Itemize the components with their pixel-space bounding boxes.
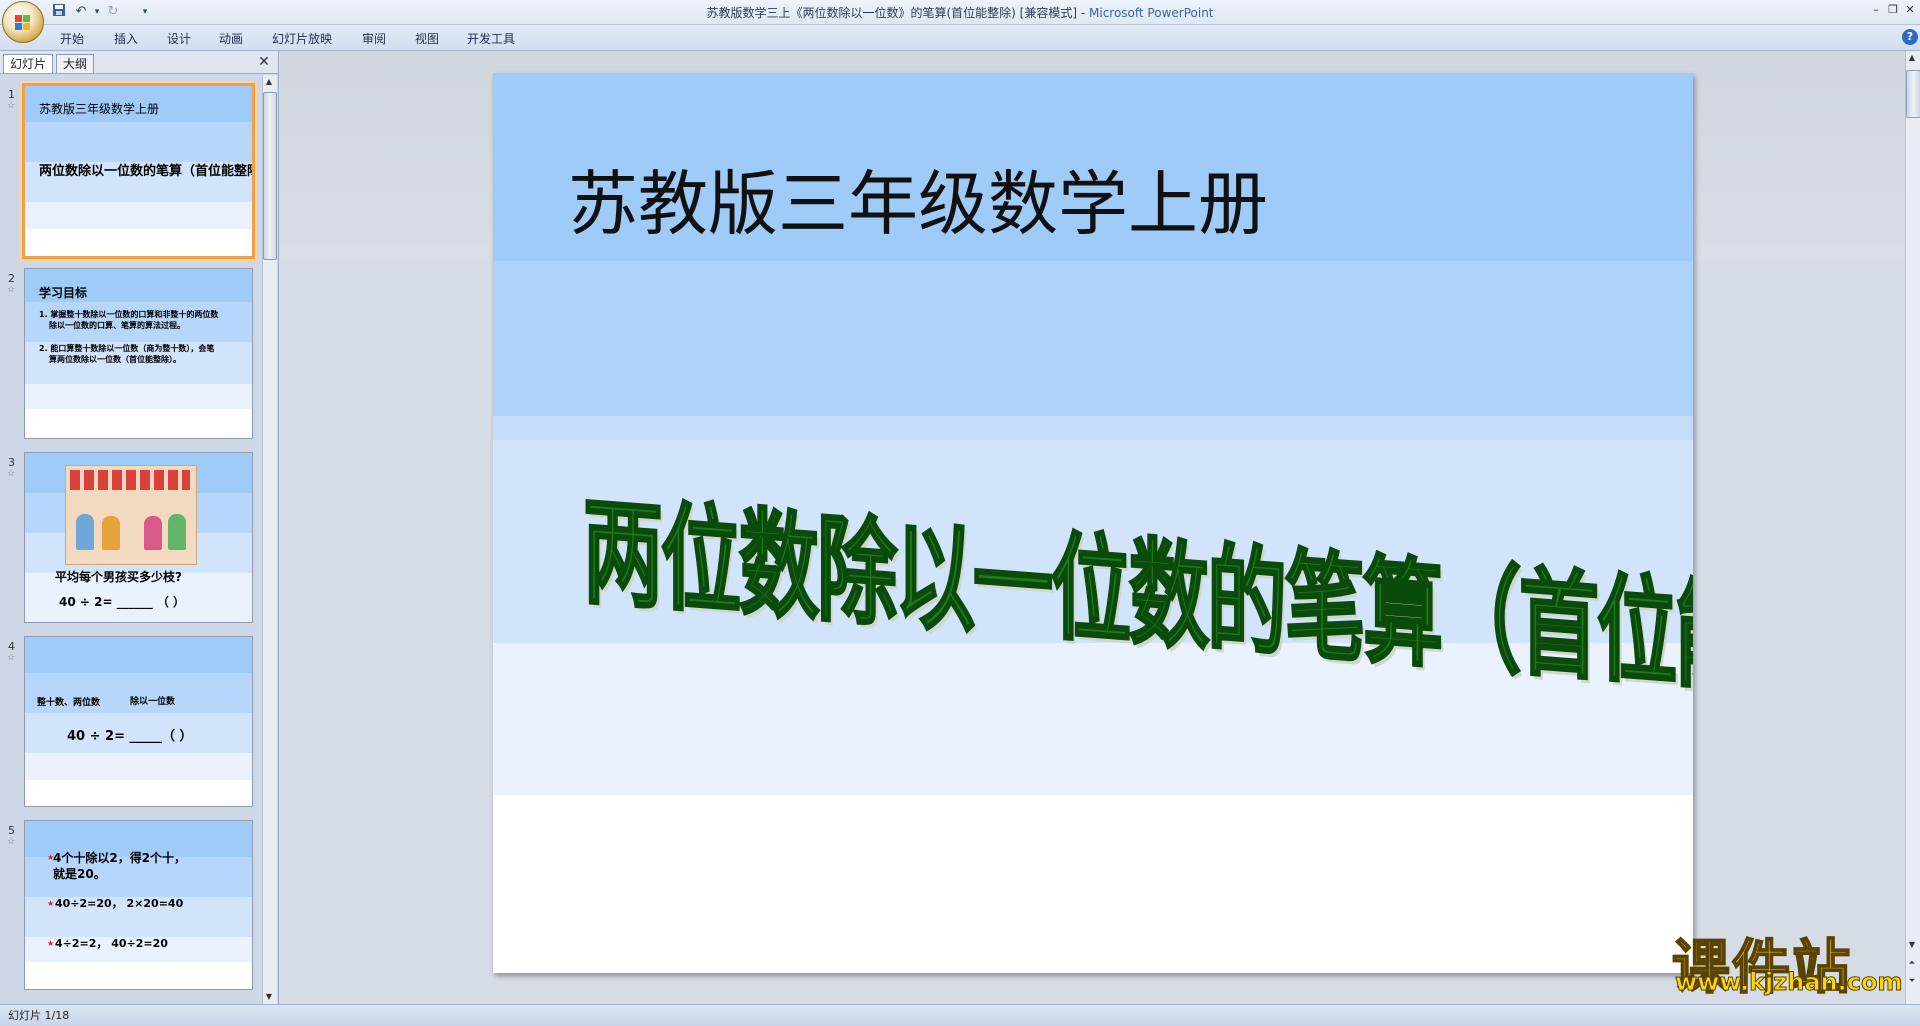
help-icon[interactable]: ? <box>1902 29 1918 45</box>
scroll-down-icon[interactable]: ▼ <box>1905 940 1919 949</box>
thumb-line: 40÷2=20， 2×20=40 <box>55 897 184 910</box>
restore-icon[interactable]: ❐ <box>1885 2 1901 18</box>
watermark-url: www.kjzhan.com <box>1674 968 1903 997</box>
thumb-title: 苏教版三年级数学上册 <box>39 102 160 116</box>
slide-number: 5 <box>8 824 15 837</box>
slide-counter: 幻灯片 1/18 <box>8 1009 70 1022</box>
thumb-label: 除以一位数 <box>130 697 176 707</box>
tab-slides[interactable]: 幻灯片 <box>3 54 54 73</box>
bullet-icon: ★ <box>47 899 55 908</box>
thumb-line: 4个十除以2，得2个十， <box>53 851 187 865</box>
thumb-label: 整十数、两位数 <box>37 698 101 708</box>
tab-animation[interactable]: 动画 <box>219 30 243 47</box>
bullet-icon: ★ <box>47 939 55 948</box>
scroll-down-icon[interactable]: ▼ <box>262 992 276 1001</box>
slide-thumbnail-2[interactable]: 学习目标 1. 掌握整十数除以一位数的口算和非整十的两位数 除以一位数的口算、笔… <box>24 268 253 439</box>
slide-number: 1 <box>8 88 15 101</box>
tab-developer[interactable]: 开发工具 <box>467 30 515 47</box>
tab-slideshow[interactable]: 幻灯片放映 <box>272 30 332 47</box>
tab-outline[interactable]: 大纲 <box>56 54 95 73</box>
document-title: 苏教版数学三上《两位数除以一位数》的笔算(首位能整除) [兼容模式] - <box>706 6 1089 20</box>
slide-title[interactable]: 苏教版三年级数学上册 <box>568 148 1268 249</box>
thumb-line: 就是20。 <box>53 867 106 881</box>
animation-star-icon: ☆ <box>7 837 16 847</box>
thumb-heading: 学习目标 <box>39 286 88 300</box>
slide-thumbnail-1[interactable]: 苏教版三年级数学上册 两位数除以一位数的笔算（首位能整除） <box>22 83 255 259</box>
bullet-icon: ★ <box>47 853 55 862</box>
slide-number: 3 <box>8 456 15 469</box>
office-logo-icon <box>15 15 30 30</box>
scroll-up-icon[interactable]: ▲ <box>262 77 276 86</box>
thumb-question: 平均每个男孩买多少枝? <box>55 570 182 584</box>
office-button[interactable] <box>2 1 44 43</box>
slide-scrollbar[interactable] <box>1905 51 1920 1004</box>
thumb-equation: 40 ÷ 2= ______ （ ） <box>59 595 186 609</box>
scrollbar-thumb[interactable] <box>263 92 277 260</box>
window-title: 苏教版数学三上《两位数除以一位数》的笔算(首位能整除) [兼容模式] - Mic… <box>0 4 1920 21</box>
thumb-line: 4÷2=2， 40÷2=20 <box>55 937 168 950</box>
thumb-item: 1. 掌握整十数除以一位数的口算和非整十的两位数 <box>39 310 219 319</box>
animation-star-icon: ☆ <box>7 653 16 663</box>
previous-slide-icon[interactable]: ⏶ <box>1905 958 1919 968</box>
thumb-equation: 40 ÷ 2= _____（ ） <box>67 729 193 744</box>
thumb-item: 算两位数除以一位数（首位能整除）。 <box>49 355 181 364</box>
animation-star-icon: ☆ <box>7 101 16 111</box>
app-name: Microsoft PowerPoint <box>1089 6 1214 20</box>
slide-number: 4 <box>8 640 15 653</box>
slide-thumbnail-4[interactable]: 整十数、两位数 除以一位数 40 ÷ 2= _____（ ） <box>24 636 253 807</box>
slide-thumbnail-3[interactable]: 平均每个男孩买多少枝? 40 ÷ 2= ______ （ ） <box>24 452 253 623</box>
close-window-icon[interactable]: ✕ <box>1902 2 1918 18</box>
classroom-illustration <box>65 465 197 565</box>
tab-insert[interactable]: 插入 <box>114 30 138 47</box>
animation-star-icon: ☆ <box>7 469 16 479</box>
status-bar <box>0 1004 1920 1026</box>
tab-view[interactable]: 视图 <box>415 30 439 47</box>
tab-review[interactable]: 审阅 <box>362 30 386 47</box>
tab-home[interactable]: 开始 <box>60 30 84 47</box>
close-pane-icon[interactable]: ✕ <box>256 54 272 70</box>
slide-number: 2 <box>8 272 15 285</box>
thumb-item: 2. 能口算整十数除以一位数（商为整十数），会笔 <box>39 344 215 353</box>
scroll-up-icon[interactable]: ▲ <box>1905 53 1919 62</box>
thumb-subtitle: 两位数除以一位数的笔算（首位能整除） <box>39 164 255 179</box>
scrollbar-thumb[interactable] <box>1906 70 1920 118</box>
thumb-item: 除以一位数的口算、笔算的算法过程。 <box>49 321 185 330</box>
next-slide-icon[interactable]: ⏷ <box>1905 976 1919 986</box>
tab-design[interactable]: 设计 <box>167 30 191 47</box>
slide-thumbnail-5[interactable]: 4个十除以2，得2个十， 就是20。 40÷2=20， 2×20=40 4÷2=… <box>24 820 253 990</box>
animation-star-icon: ☆ <box>7 285 16 295</box>
minimize-icon[interactable]: – <box>1868 2 1884 18</box>
current-slide[interactable]: 苏教版三年级数学上册 两位数除以一位数的笔算（首位能整除） <box>493 73 1693 973</box>
